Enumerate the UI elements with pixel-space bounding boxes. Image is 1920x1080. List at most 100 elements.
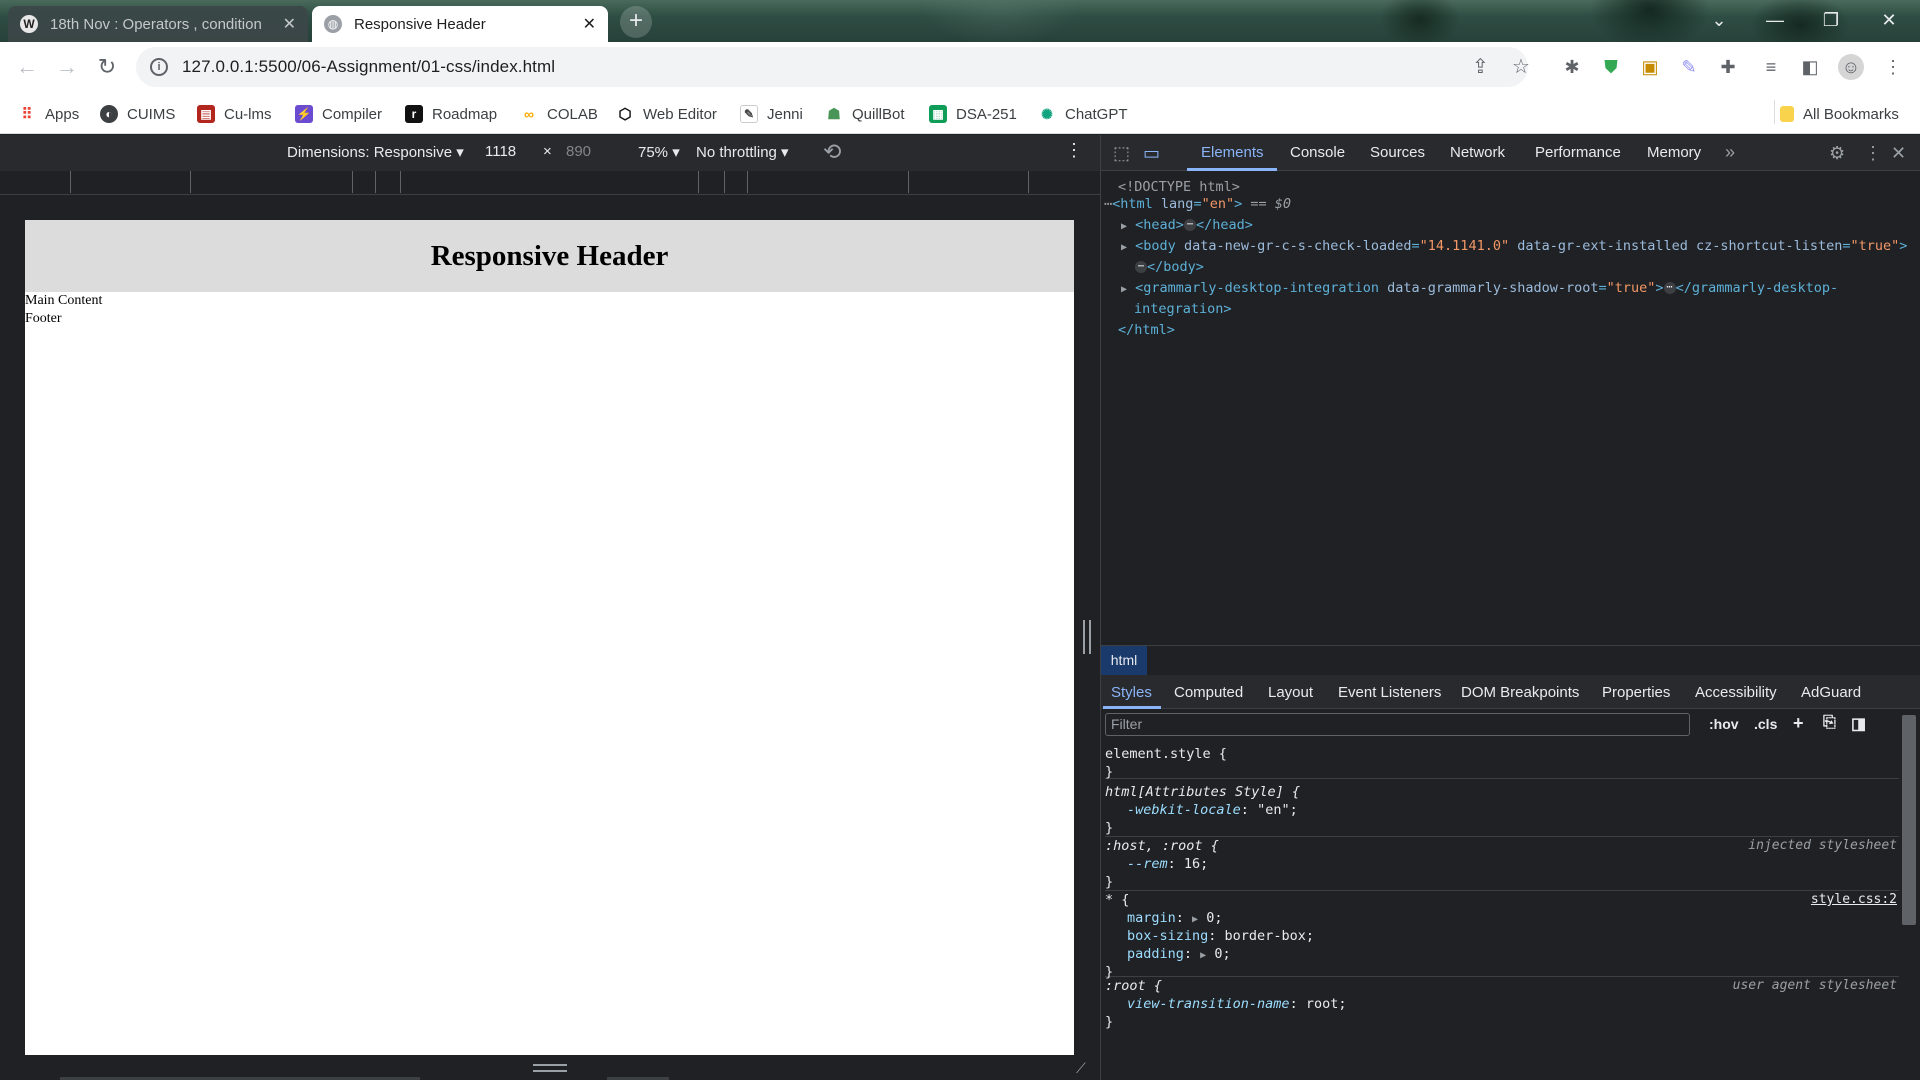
bookmark-jenni[interactable]: ✎ Jenni bbox=[740, 103, 803, 125]
expand-triangle-icon[interactable]: ▶ bbox=[1192, 914, 1198, 925]
width-input[interactable]: 1118 bbox=[485, 143, 516, 160]
expand-triangle-icon[interactable]: ▶ bbox=[1200, 950, 1206, 961]
style-rule-root[interactable]: :root { user agent stylesheet view-trans… bbox=[1105, 977, 1899, 1077]
devtools-menu-icon[interactable]: ⋮ bbox=[1864, 143, 1882, 164]
inspect-element-icon[interactable]: ⬚ bbox=[1113, 143, 1130, 164]
bookmark-cuims[interactable]: ◐ CUIMS bbox=[100, 103, 175, 125]
media-controls-icon[interactable]: ≡ bbox=[1758, 54, 1784, 80]
toggle-sidebar-icon[interactable]: ◨ bbox=[1851, 714, 1866, 734]
bookmark-star-icon[interactable]: ☆ bbox=[1512, 54, 1530, 79]
zoom-dropdown[interactable]: 75% ▾ bbox=[638, 143, 680, 161]
subtab-adguard[interactable]: AdGuard bbox=[1801, 684, 1861, 701]
expand-triangle-icon[interactable]: ▶ bbox=[1121, 221, 1127, 232]
hov-toggle[interactable]: :hov bbox=[1709, 716, 1739, 732]
url-text[interactable]: 127.0.0.1:5500/06-Assignment/01-css/inde… bbox=[182, 57, 555, 77]
device-toggle-icon[interactable]: ▭ bbox=[1143, 143, 1160, 164]
style-declaration[interactable]: -webkit-locale: "en"; bbox=[1105, 801, 1899, 819]
style-declaration[interactable]: --rem: 16; bbox=[1105, 855, 1899, 873]
dom-node-html[interactable]: ⋯<html lang="en"> == $0 bbox=[1104, 194, 1291, 215]
bookmark-culms[interactable]: ▤ Cu-lms bbox=[197, 103, 272, 125]
bookmark-roadmap[interactable]: r Roadmap bbox=[405, 103, 497, 125]
close-tab-icon[interactable]: ✕ bbox=[283, 14, 296, 34]
style-rule-element[interactable]: element.style { } bbox=[1105, 745, 1899, 780]
style-rule-html-attributes[interactable]: html[Attributes Style] { -webkit-locale:… bbox=[1105, 783, 1899, 837]
site-info-icon[interactable]: i bbox=[150, 58, 168, 76]
collapsed-content-icon[interactable]: ⋯ bbox=[1183, 219, 1196, 231]
bookmark-all-bookmarks[interactable]: ■ All Bookmarks bbox=[1780, 103, 1899, 125]
style-declaration[interactable]: margin: ▶ 0; bbox=[1105, 909, 1899, 927]
side-panel-icon[interactable]: ◧ bbox=[1797, 54, 1823, 80]
tab-performance[interactable]: Performance bbox=[1535, 144, 1621, 161]
bookmark-colab[interactable]: ∞ COLAB bbox=[520, 103, 598, 125]
bookmark-chatgpt[interactable]: ✺ ChatGPT bbox=[1038, 103, 1127, 125]
extensions-puzzle-icon[interactable]: ✚ bbox=[1715, 54, 1741, 80]
style-declaration[interactable]: view-transition-name: root; bbox=[1105, 995, 1899, 1013]
media-query-ruler[interactable] bbox=[0, 171, 1100, 195]
dom-node-grammarly-close[interactable]: integration> bbox=[1134, 299, 1232, 320]
extension-badge-icon[interactable]: ▣ bbox=[1637, 54, 1663, 80]
dom-node-body[interactable]: ▶ <body data-new-gr-c-s-check-loaded="14… bbox=[1121, 236, 1907, 258]
close-devtools-icon[interactable]: ✕ bbox=[1891, 143, 1906, 164]
throttling-dropdown[interactable]: No throttling ▾ bbox=[696, 143, 789, 161]
tab-sources[interactable]: Sources bbox=[1370, 144, 1425, 161]
style-rule-universal[interactable]: * { style.css:2 margin: ▶ 0; box-sizing:… bbox=[1105, 891, 1899, 980]
rule-source-link[interactable]: style.css:2 bbox=[1811, 891, 1897, 909]
resize-handle-right[interactable] bbox=[1083, 620, 1091, 654]
resize-corner-icon[interactable]: ⟋ bbox=[1076, 1060, 1086, 1077]
breadcrumb-html[interactable]: html bbox=[1101, 646, 1147, 675]
subtab-properties[interactable]: Properties bbox=[1602, 684, 1670, 701]
share-icon[interactable]: ⇪ bbox=[1472, 54, 1489, 79]
forward-arrow-icon[interactable]: → bbox=[52, 52, 82, 82]
style-declaration[interactable]: padding: ▶ 0; bbox=[1105, 945, 1899, 963]
address-bar[interactable]: i 127.0.0.1:5500/06-Assignment/01-css/in… bbox=[136, 47, 1528, 87]
profile-avatar-icon[interactable]: ☺ bbox=[1838, 54, 1864, 80]
new-tab-button[interactable]: + bbox=[620, 6, 652, 38]
restore-window-icon[interactable]: ❐ bbox=[1804, 0, 1858, 40]
minimize-window-icon[interactable]: — bbox=[1748, 0, 1802, 40]
close-window-icon[interactable]: ✕ bbox=[1862, 0, 1916, 40]
styles-scrollbar[interactable] bbox=[1902, 715, 1916, 925]
tab-console[interactable]: Console bbox=[1290, 144, 1345, 161]
paint-roller-icon[interactable]: ⎘ bbox=[1823, 714, 1836, 732]
tab-elements[interactable]: Elements bbox=[1201, 144, 1264, 161]
styles-filter-input[interactable]: Filter bbox=[1105, 713, 1690, 736]
bug-extension-icon[interactable]: ✱ bbox=[1559, 54, 1585, 80]
subtab-dom-breakpoints[interactable]: DOM Breakpoints bbox=[1461, 684, 1579, 701]
color-picker-icon[interactable]: ✎ bbox=[1676, 54, 1702, 80]
bookmark-quillbot[interactable]: ☗ QuillBot bbox=[825, 103, 904, 125]
dom-node-html-close[interactable]: </html> bbox=[1118, 320, 1175, 341]
dom-node-grammarly[interactable]: ▶ <grammarly-desktop-integration data-gr… bbox=[1121, 278, 1838, 300]
emulated-viewport[interactable]: Responsive Header Main Content Footer bbox=[25, 220, 1074, 1055]
rotate-icon[interactable]: ⟲ bbox=[823, 139, 841, 165]
expand-triangle-icon[interactable]: ▶ bbox=[1121, 284, 1127, 295]
browser-tab-inactive[interactable]: W 18th Nov : Operators , condition ✕ bbox=[8, 6, 308, 42]
more-tabs-icon[interactable]: » bbox=[1725, 142, 1735, 163]
subtab-event-listeners[interactable]: Event Listeners bbox=[1338, 684, 1441, 701]
resize-handle-bottom[interactable] bbox=[533, 1064, 567, 1072]
tab-search-icon[interactable]: ⌄ bbox=[1692, 0, 1746, 40]
bookmark-compiler[interactable]: ⚡ Compiler bbox=[295, 103, 382, 125]
subtab-layout[interactable]: Layout bbox=[1268, 684, 1313, 701]
style-declaration[interactable]: box-sizing: border-box; bbox=[1105, 927, 1899, 945]
bookmark-web-editor[interactable]: ⬡ Web Editor bbox=[616, 103, 717, 125]
close-tab-icon[interactable]: ✕ bbox=[583, 14, 596, 34]
dom-node-body-close[interactable]: ⋯ </body> bbox=[1135, 257, 1204, 278]
cls-toggle[interactable]: .cls bbox=[1754, 716, 1777, 732]
dom-node-head[interactable]: ▶ <head> ⋯ </head> bbox=[1121, 215, 1253, 237]
browser-tab-active[interactable]: ◍ Responsive Header ✕ bbox=[312, 6, 608, 42]
browser-menu-icon[interactable]: ⋮ bbox=[1880, 54, 1906, 80]
back-arrow-icon[interactable]: ← bbox=[12, 52, 42, 82]
adguard-shield-icon[interactable]: ⛊ bbox=[1598, 54, 1624, 80]
subtab-styles[interactable]: Styles bbox=[1111, 684, 1152, 701]
subtab-computed[interactable]: Computed bbox=[1174, 684, 1243, 701]
subtab-accessibility[interactable]: Accessibility bbox=[1695, 684, 1777, 701]
collapsed-content-icon[interactable]: ⋯ bbox=[1135, 261, 1148, 273]
device-more-icon[interactable]: ⋮ bbox=[1065, 140, 1083, 161]
new-style-rule-icon[interactable]: + bbox=[1793, 713, 1804, 734]
style-rule-host-root[interactable]: :host, :root { injected stylesheet --rem… bbox=[1105, 837, 1899, 891]
dimensions-dropdown[interactable]: Dimensions: Responsive ▾ bbox=[287, 143, 464, 161]
height-input[interactable]: 890 bbox=[566, 143, 591, 160]
collapsed-content-icon[interactable]: ⋯ bbox=[1663, 282, 1676, 294]
reload-icon[interactable]: ↻ bbox=[92, 52, 122, 82]
tab-network[interactable]: Network bbox=[1450, 144, 1505, 161]
